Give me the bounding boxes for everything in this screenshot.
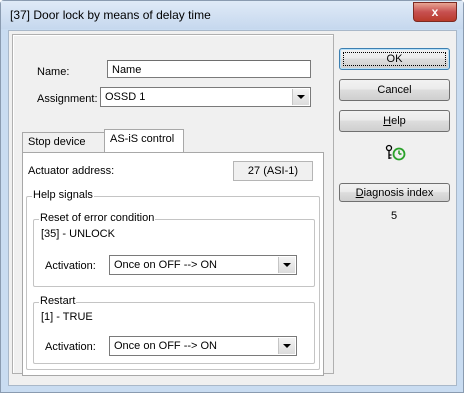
diagnosis-index-button[interactable]: Diagnosis index xyxy=(339,183,450,202)
properties-panel: Name: Name Assignment: OSSD 1 Stop devic… xyxy=(12,34,334,376)
restart-activation-label: Activation: xyxy=(45,341,96,353)
reset-activation-value: Once on OFF --> ON xyxy=(114,259,217,271)
dialog-window: [37] Door lock by means of delay time x … xyxy=(0,0,464,393)
restart-activation-select[interactable]: Once on OFF --> ON xyxy=(109,336,297,356)
ok-button[interactable]: OK xyxy=(339,48,450,70)
close-button[interactable]: x xyxy=(413,2,457,22)
tab-asis-control[interactable]: AS-iS control xyxy=(104,129,184,152)
name-field[interactable]: Name xyxy=(107,60,311,78)
help-button[interactable]: Help xyxy=(339,110,450,132)
name-label: Name: xyxy=(37,66,70,78)
tab-stop-device[interactable]: Stop device xyxy=(22,132,106,152)
cancel-button[interactable]: Cancel xyxy=(339,79,450,101)
actuator-address-label: Actuator address: xyxy=(28,165,115,177)
dialog-client-area: Name: Name Assignment: OSSD 1 Stop devic… xyxy=(8,30,457,386)
diagnosis-index-value: 5 xyxy=(391,210,398,222)
window-title: [37] Door lock by means of delay time xyxy=(10,8,211,22)
help-label: Help xyxy=(383,115,406,127)
restart-title: Restart xyxy=(39,295,77,307)
assignment-select[interactable]: OSSD 1 xyxy=(100,87,311,107)
reset-activation-select[interactable]: Once on OFF --> ON xyxy=(109,255,297,275)
reset-error-title: Reset of error condition xyxy=(39,212,156,224)
restart-group: Restart [1] - TRUE Activation: Once on O… xyxy=(33,295,315,364)
help-signals-title: Help signals xyxy=(32,189,94,201)
chevron-down-icon[interactable] xyxy=(278,338,295,354)
restart-activation-value: Once on OFF --> ON xyxy=(114,340,217,352)
reset-signal: [35] - UNLOCK xyxy=(41,228,115,240)
key-timer-icon xyxy=(385,144,407,164)
title-bar[interactable]: [37] Door lock by means of delay time x xyxy=(1,1,463,29)
actuator-address-value: 27 (ASI-1) xyxy=(233,161,313,181)
diagnosis-index-label: Diagnosis index xyxy=(355,186,434,199)
close-icon: x xyxy=(431,5,439,19)
restart-signal: [1] - TRUE xyxy=(41,311,93,323)
assignment-value: OSSD 1 xyxy=(105,91,146,103)
reset-activation-label: Activation: xyxy=(45,260,96,272)
asis-control-tab-panel: Actuator address: 27 (ASI-1) Help signal… xyxy=(22,152,324,376)
help-signals-group: Help signals Reset of error condition [3… xyxy=(26,189,320,370)
reset-error-group: Reset of error condition [35] - UNLOCK A… xyxy=(33,212,315,287)
chevron-down-icon[interactable] xyxy=(278,257,295,273)
chevron-down-icon[interactable] xyxy=(292,89,309,105)
assignment-label: Assignment: xyxy=(37,93,98,105)
cancel-label: Cancel xyxy=(377,84,412,96)
